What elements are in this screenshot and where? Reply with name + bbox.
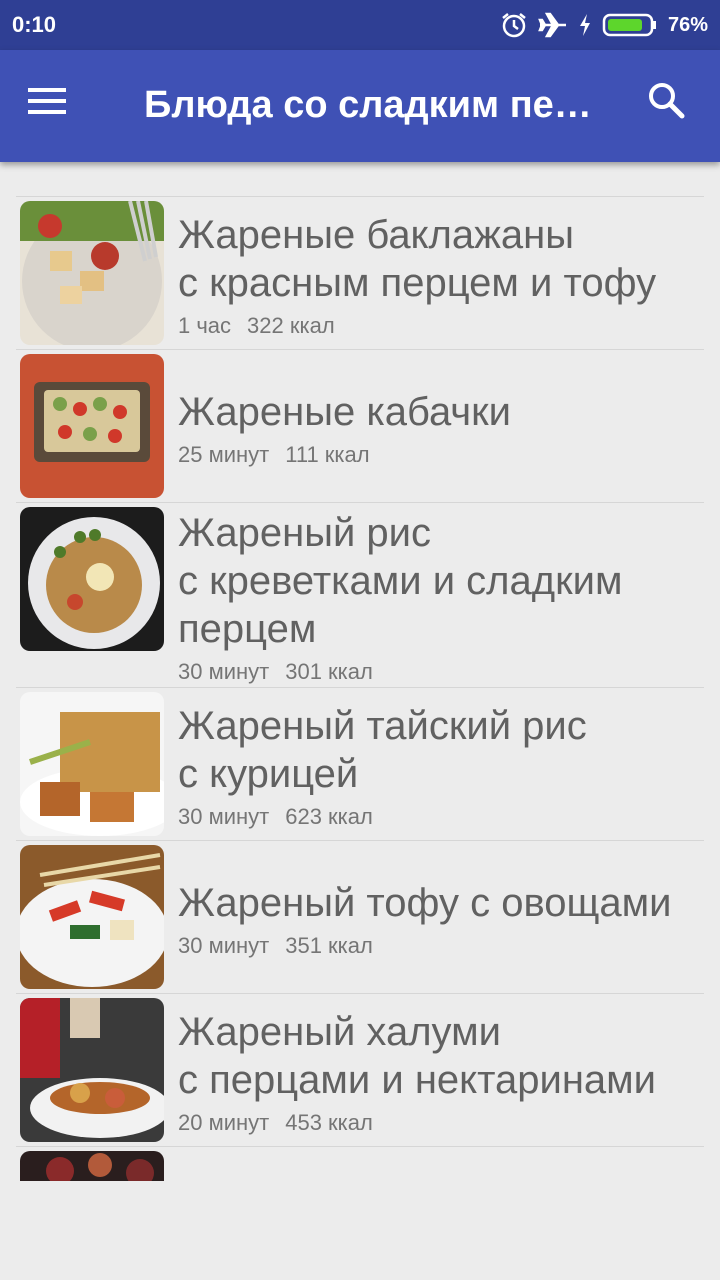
recipe-thumbnail xyxy=(20,998,164,1142)
recipe-item[interactable]: Жареный рис с креветками и сладким перцем 3… xyxy=(16,503,704,688)
recipe-meta: 1 час 322 ккал xyxy=(178,313,656,339)
battery-icon xyxy=(602,13,656,37)
recipe-text: Жареный тофу с овощами 30 минут 351 ккал xyxy=(178,865,672,969)
recipe-calories: 322 ккал xyxy=(247,313,335,338)
recipe-calories: 351 ккал xyxy=(285,933,373,958)
charging-icon xyxy=(579,14,590,36)
recipe-title-line: с курицей xyxy=(178,752,359,796)
recipe-title-line: Жареный тофу с овощами xyxy=(178,881,672,925)
recipe-thumbnail xyxy=(20,201,164,345)
recipe-thumbnail xyxy=(20,1151,164,1181)
recipe-title-line: Жареный рис xyxy=(178,511,432,555)
menu-button[interactable] xyxy=(28,86,84,126)
recipe-thumbnail xyxy=(20,354,164,498)
recipe-meta: 25 минут 111 ккал xyxy=(178,442,511,468)
status-icons: 76% xyxy=(500,10,708,40)
recipe-thumbnail xyxy=(20,692,164,836)
recipe-text: Жареный тайский рис с курицей 30 минут 623 … xyxy=(178,688,587,840)
recipe-meta: 30 минут 301 ккал xyxy=(178,659,622,685)
recipe-item[interactable]: Жаркое из курицы xyxy=(16,1147,704,1181)
status-time: 0:10 xyxy=(12,12,57,37)
alarm-icon xyxy=(502,13,526,38)
page-title: Блюда со сладким пер… xyxy=(144,84,614,126)
recipe-title-line: Жареные баклажаны xyxy=(178,213,574,257)
recipe-item[interactable]: Жареные кабачки 25 минут 111 ккал xyxy=(16,350,704,503)
recipe-time: 30 минут xyxy=(178,659,270,684)
recipe-item[interactable]: Жареный тайский рис с курицей 30 минут 623 … xyxy=(16,688,704,841)
recipe-title-line: Жареные кабачки xyxy=(178,390,511,434)
recipe-list[interactable]: Жареные баклажаны с красным перцем и тофу… xyxy=(16,196,704,1181)
recipe-text: Жареный халуми с перцами и нектаринами 20 … xyxy=(178,994,656,1146)
recipe-title-line: с красным перцем и тофу xyxy=(178,261,657,305)
app-bar: Блюда со сладким пер… xyxy=(0,50,720,162)
search-button[interactable] xyxy=(646,80,702,136)
recipe-item[interactable]: Жареный халуми с перцами и нектаринами 20 … xyxy=(16,994,704,1147)
recipe-time: 20 минут xyxy=(178,1110,270,1135)
recipe-item[interactable]: Жареные баклажаны с красным перцем и тофу… xyxy=(16,197,704,350)
recipe-thumbnail xyxy=(20,507,164,651)
recipe-title-line: Жареный тайский рис xyxy=(178,704,587,748)
recipe-calories: 111 ккал xyxy=(285,442,370,467)
recipe-title-line: с перцами и нектаринами xyxy=(178,1058,657,1102)
recipe-time: 30 минут xyxy=(178,804,270,829)
recipe-meta: 30 минут 623 ккал xyxy=(178,804,587,830)
recipe-text: Жареный рис с креветками и сладким перцем 3… xyxy=(178,495,622,695)
recipe-calories: 301 ккал xyxy=(285,659,373,684)
recipe-meta: 30 минут 351 ккал xyxy=(178,933,672,959)
recipe-meta: 20 минут 453 ккал xyxy=(178,1110,656,1136)
search-icon xyxy=(649,83,685,119)
recipe-title-line: с креветками и сладким xyxy=(178,559,623,603)
recipe-calories: 453 ккал xyxy=(285,1110,373,1135)
recipe-thumbnail xyxy=(20,845,164,989)
recipe-calories: 623 ккал xyxy=(285,804,373,829)
recipe-text: Жареные баклажаны с красным перцем и тофу… xyxy=(178,197,656,349)
hamburger-menu-icon xyxy=(28,88,66,114)
recipe-text: Жареные кабачки 25 минут 111 ккал xyxy=(178,374,511,478)
recipe-time: 1 час xyxy=(178,313,232,338)
recipe-title-line: перцем xyxy=(178,607,317,651)
status-bar: 0:10 76% xyxy=(0,0,720,50)
battery-percent: 76% xyxy=(667,13,708,36)
airplane-mode-icon xyxy=(538,12,566,38)
recipe-time: 25 минут xyxy=(178,442,270,467)
recipe-text: Жаркое из курицы xyxy=(178,1171,519,1182)
recipe-title-line: Жареный халуми xyxy=(178,1010,501,1054)
recipe-item[interactable]: Жареный тофу с овощами 30 минут 351 ккал xyxy=(16,841,704,994)
recipe-time: 30 минут xyxy=(178,933,270,958)
